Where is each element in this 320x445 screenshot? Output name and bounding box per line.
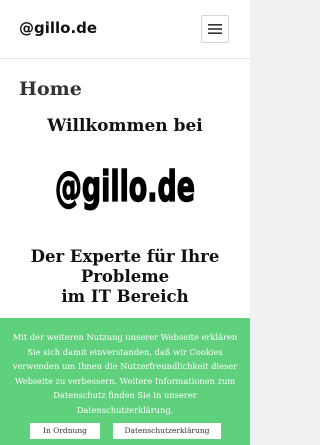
accept-cookies-button[interactable]: In Ordnung bbox=[30, 423, 100, 439]
hamburger-icon bbox=[208, 24, 222, 34]
welcome-heading: Willkommen bei bbox=[47, 116, 203, 136]
privacy-policy-button[interactable]: Datenschutzerklärung bbox=[113, 423, 221, 439]
tagline-line-1: Der Experte für Ihre bbox=[30, 247, 220, 266]
tagline: Der Experte für Ihre Probleme im IT Bere… bbox=[0, 247, 250, 307]
tagline-line-3: im IT Bereich bbox=[61, 287, 189, 306]
cookie-banner: Mit der weiteren Nutzung unserer Webseit… bbox=[0, 318, 250, 445]
cookie-notice-text: Mit der weiteren Nutzung unserer Webseit… bbox=[12, 332, 238, 415]
site-title[interactable]: @gillo.de bbox=[19, 19, 97, 37]
site-header: @gillo.de bbox=[0, 0, 250, 59]
tagline-line-2: Probleme bbox=[80, 267, 170, 286]
gillo-logo: @gillo.de bbox=[54, 161, 196, 212]
menu-toggle-button[interactable] bbox=[201, 15, 229, 43]
logo-text: @gillo.de bbox=[55, 162, 195, 211]
page-title: Home bbox=[19, 78, 82, 100]
